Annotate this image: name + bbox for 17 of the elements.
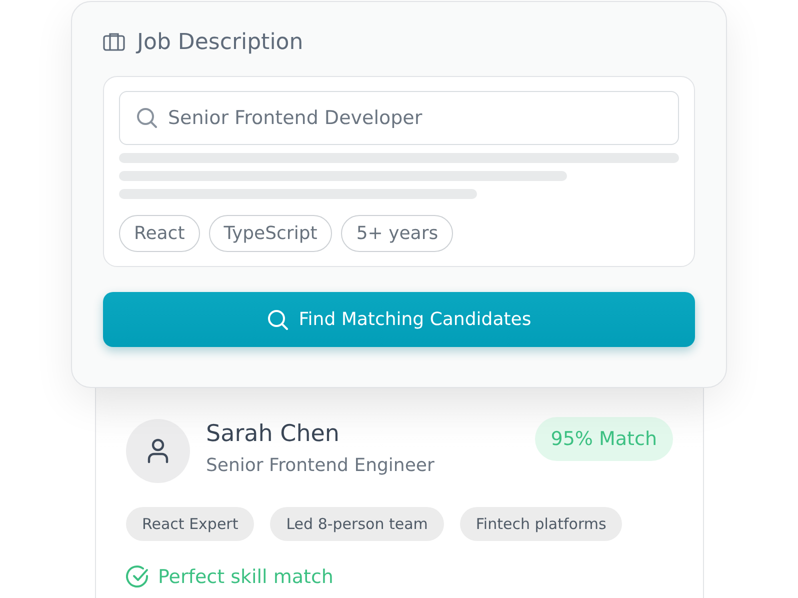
highlight-tag: React Expert	[126, 507, 254, 541]
skill-tag: React	[119, 215, 200, 252]
panel-title: Job Description	[137, 30, 304, 54]
briefcase-icon	[103, 32, 125, 52]
search-icon	[266, 308, 289, 330]
find-candidates-button[interactable]: Find Matching Candidates	[103, 292, 695, 347]
candidate-name: Sarah Chen	[206, 420, 340, 449]
highlight-tag: Fintech platforms	[460, 507, 622, 541]
highlight-tag: Led 8-person team	[270, 507, 444, 541]
skill-tag: 5+ years	[341, 215, 454, 252]
skill-tag: TypeScript	[208, 215, 332, 252]
search-field[interactable]: Senior Frontend Developer	[119, 91, 679, 145]
candidate-role: Senior Frontend Engineer	[206, 455, 436, 476]
check-circle-icon	[126, 565, 150, 589]
match-badge: 95% Match	[534, 417, 673, 461]
person-icon	[147, 438, 169, 464]
match-note: Perfect skill match	[158, 566, 334, 588]
